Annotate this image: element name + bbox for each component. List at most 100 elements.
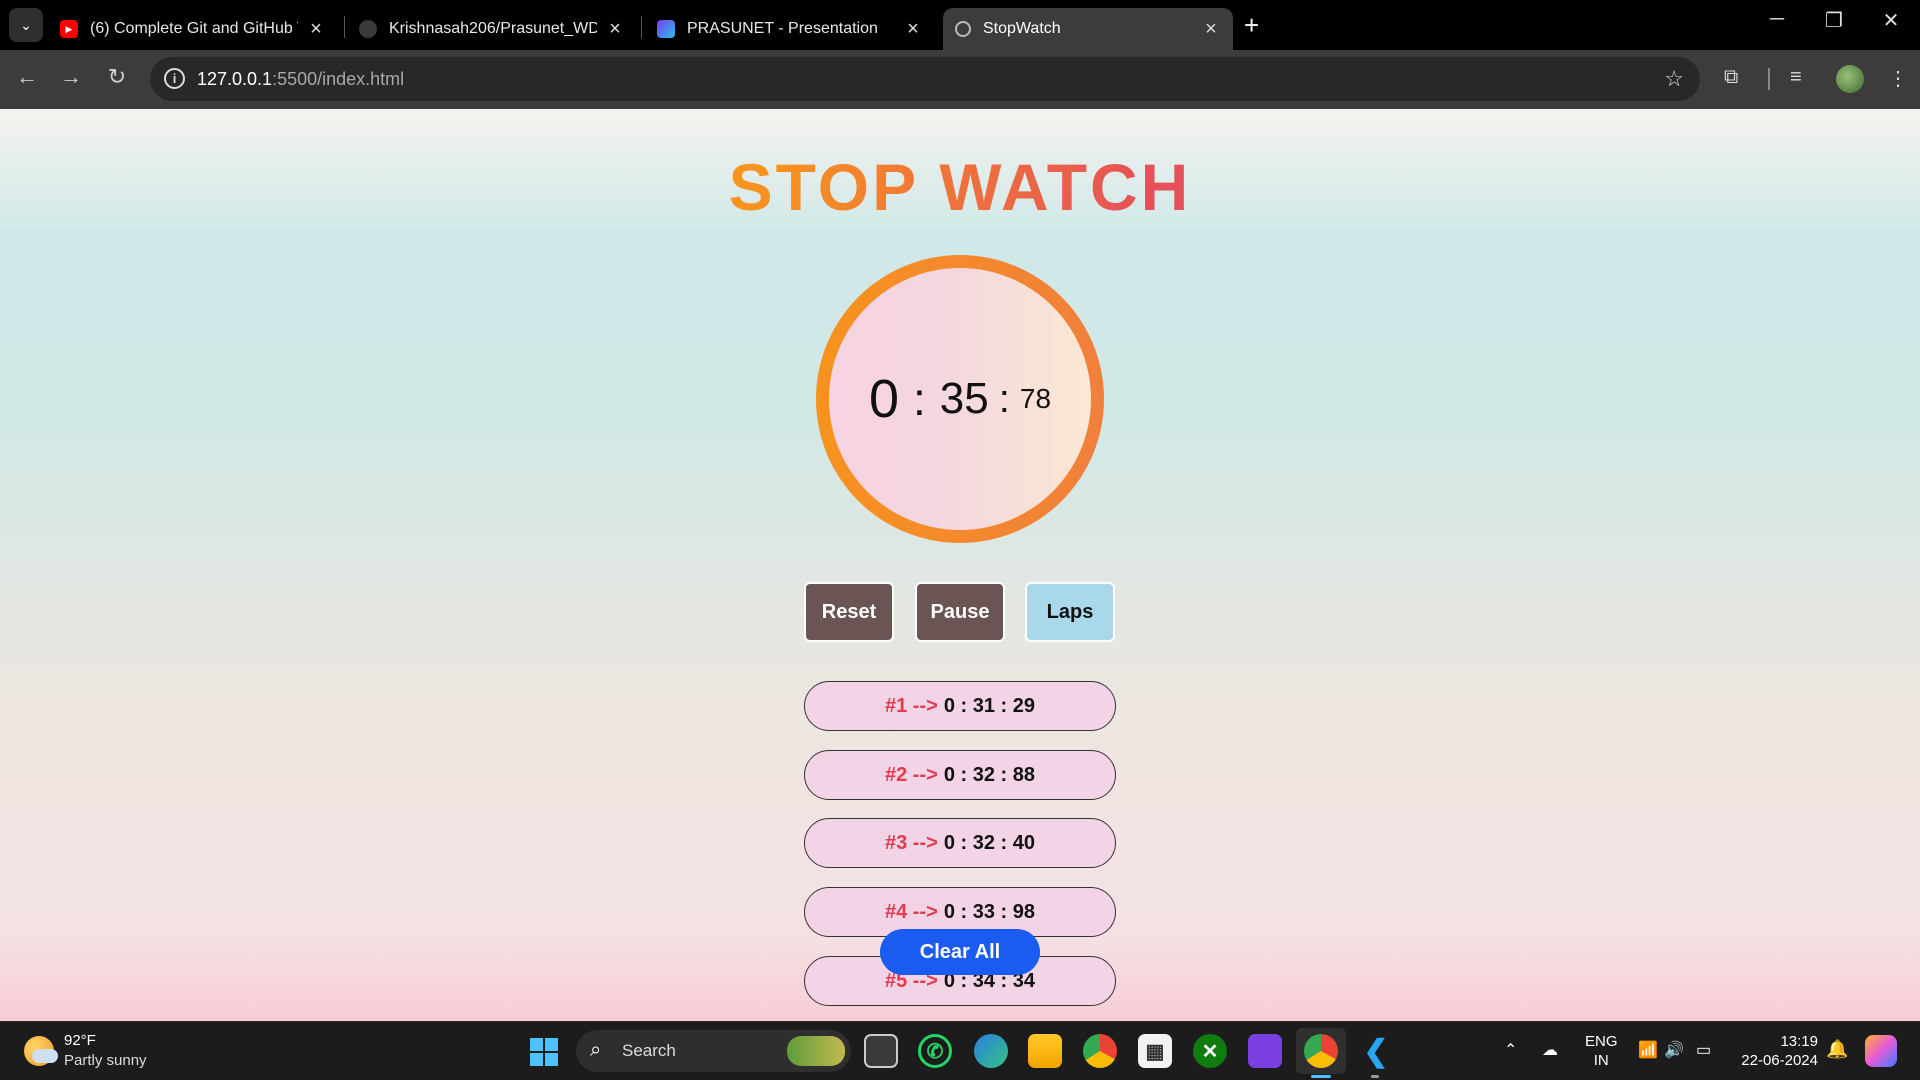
youtube-icon: ▶ — [60, 20, 78, 38]
xbox-icon[interactable]: ✕ — [1193, 1034, 1227, 1068]
arrow-left-icon: ← — [16, 64, 38, 89]
extensions-icon[interactable]: ⧉ — [1724, 66, 1738, 89]
reload-button[interactable]: ↻ — [102, 64, 132, 90]
file-explorer-icon[interactable] — [1028, 1034, 1062, 1068]
chevron-down-icon: ⌄ — [20, 16, 32, 33]
minimize-button[interactable]: ─ — [1757, 8, 1797, 31]
minutes-value: 0 — [868, 369, 900, 429]
centiseconds-value: 78 — [1019, 383, 1052, 414]
lap-time: 0 : 31 : 29 — [943, 694, 1035, 717]
time-display: 0 : 35 : 78 — [829, 268, 1091, 530]
clock-date: 22-06-2024 — [1741, 1052, 1818, 1069]
time-separator: : — [998, 376, 1010, 421]
pause-button[interactable]: Pause — [915, 582, 1005, 642]
plus-icon: + — [1244, 10, 1260, 40]
stopwatch-dial: 0 : 35 : 78 — [816, 255, 1104, 543]
arrow-right-icon: → — [60, 64, 82, 89]
address-bar[interactable]: i 127.0.0.1:5500/index.html ☆ — [150, 57, 1700, 101]
weather-partly-sunny-icon[interactable] — [24, 1036, 58, 1066]
search-label: Search — [622, 1041, 676, 1060]
browser-toolbar: ← → ↻ i 127.0.0.1:5500/index.html ☆ ⧉ ≡ … — [0, 50, 1920, 109]
reload-icon: ↻ — [107, 64, 127, 89]
onedrive-cloud-icon[interactable]: ☁ — [1542, 1040, 1558, 1060]
lap-item: #1 --> 0 : 31 : 29 — [804, 681, 1116, 731]
weather-description[interactable]: Partly sunny — [64, 1052, 147, 1069]
browser-tab-bar: ⌄ ▶ (6) Complete Git and GitHub Tu × Kri… — [0, 0, 1920, 50]
stopwatch-page: STOP WATCH 0 : 35 : 78 Reset Pause Laps … — [0, 109, 1920, 1021]
wifi-icon[interactable]: 📶 — [1638, 1040, 1658, 1060]
close-tab-icon[interactable]: × — [903, 18, 923, 41]
profile-avatar[interactable] — [1836, 65, 1864, 93]
region-code: IN — [1593, 1052, 1609, 1069]
weather-temperature[interactable]: 92°F — [64, 1032, 96, 1049]
tab-search-button[interactable]: ⌄ — [9, 8, 43, 42]
tab-title: (6) Complete Git and GitHub Tu — [90, 20, 298, 37]
whatsapp-icon[interactable]: ✆ — [918, 1034, 952, 1068]
media-control-icon[interactable]: ≡ — [1790, 66, 1802, 89]
close-tab-icon[interactable]: × — [306, 18, 326, 41]
search-highlight-image — [787, 1036, 845, 1066]
lap-time: 0 : 33 : 98 — [943, 900, 1035, 923]
back-button[interactable]: ← — [12, 64, 42, 90]
windows-start-icon[interactable] — [530, 1038, 558, 1066]
close-tab-icon[interactable]: × — [1201, 18, 1221, 41]
windows-taskbar: 92°F Partly sunny ⌕ Search ✆ ▦ ✕ ❮ ⌃ ☁ E… — [0, 1021, 1920, 1080]
copilot-icon[interactable] — [1865, 1035, 1897, 1067]
open-app-indicator — [1371, 1075, 1379, 1078]
taskbar-search-box[interactable]: ⌕ Search — [576, 1030, 851, 1072]
close-tab-icon[interactable]: × — [605, 18, 625, 41]
chrome-profile-icon[interactable] — [1304, 1034, 1338, 1068]
laps-button[interactable]: Laps — [1025, 582, 1115, 642]
system-clock[interactable]: 13:19 22-06-2024 — [1734, 1032, 1818, 1070]
language-code: ENG — [1585, 1033, 1618, 1050]
globe-icon — [955, 21, 971, 37]
volume-icon[interactable]: 🔊 — [1664, 1040, 1684, 1060]
url-path: :5500/index.html — [272, 69, 405, 89]
search-icon: ⌕ — [590, 1039, 602, 1061]
lap-index: #1 --> — [885, 694, 938, 717]
active-app-indicator — [1311, 1075, 1331, 1078]
edge-icon[interactable] — [974, 1034, 1008, 1068]
tab-divider — [344, 16, 345, 38]
new-tab-button[interactable]: + — [1244, 10, 1259, 41]
tab-github[interactable]: Krishnasah206/Prasunet_WD_0 × — [347, 8, 637, 50]
github-icon — [359, 20, 377, 38]
site-info-icon[interactable]: i — [164, 68, 185, 89]
lap-index: #4 --> — [885, 900, 938, 923]
chevron-up-icon[interactable]: ⌃ — [1504, 1040, 1517, 1060]
chrome-icon[interactable] — [1083, 1034, 1117, 1068]
forward-button[interactable]: → — [56, 64, 86, 90]
clear-all-button[interactable]: Clear All — [880, 929, 1040, 975]
tab-stopwatch[interactable]: StopWatch × — [943, 8, 1233, 50]
task-view-icon[interactable] — [864, 1034, 898, 1068]
time-separator: : — [913, 373, 926, 425]
bookmark-star-icon[interactable]: ☆ — [1664, 66, 1684, 92]
lap-index: #3 --> — [885, 831, 938, 854]
tab-youtube[interactable]: ▶ (6) Complete Git and GitHub Tu × — [48, 8, 338, 50]
restore-button[interactable]: ❐ — [1814, 8, 1854, 33]
lap-item: #3 --> 0 : 32 : 40 — [804, 818, 1116, 868]
lap-time: 0 : 32 : 40 — [943, 831, 1035, 854]
page-title: STOP WATCH — [0, 149, 1920, 225]
reset-button[interactable]: Reset — [804, 582, 894, 642]
notification-bell-icon[interactable]: 🔔 — [1826, 1039, 1848, 1060]
lap-time: 0 : 32 : 88 — [943, 763, 1035, 786]
lap-index: #2 --> — [885, 763, 938, 786]
menu-kebab-icon[interactable]: ⋮ — [1888, 66, 1908, 91]
language-indicator[interactable]: ENG IN — [1585, 1032, 1618, 1070]
battery-icon[interactable]: ▭ — [1696, 1040, 1711, 1060]
seconds-value: 35 — [939, 374, 989, 423]
tab-canva[interactable]: PRASUNET - Presentation × — [645, 8, 935, 50]
microsoft-store-icon[interactable]: ▦ — [1138, 1034, 1172, 1068]
lap-item: #2 --> 0 : 32 : 88 — [804, 750, 1116, 800]
vscode-icon[interactable]: ❮ — [1359, 1034, 1393, 1068]
url-host: 127.0.0.1 — [197, 69, 273, 89]
close-window-button[interactable]: ✕ — [1871, 8, 1911, 33]
canva-icon — [657, 20, 675, 38]
tab-divider — [641, 16, 642, 38]
clipchamp-icon[interactable] — [1248, 1034, 1282, 1068]
toolbar-divider — [1768, 68, 1770, 90]
url-text[interactable]: 127.0.0.1:5500/index.html — [197, 69, 404, 90]
tab-title: Krishnasah206/Prasunet_WD_0 — [389, 20, 597, 37]
tab-title: PRASUNET - Presentation — [687, 20, 878, 37]
